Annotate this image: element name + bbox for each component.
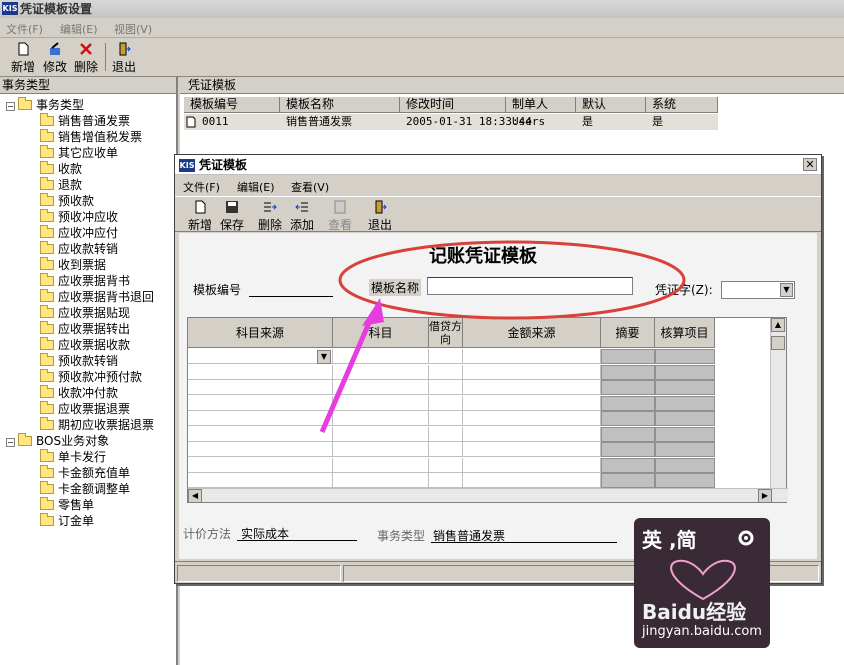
- highlight-ellipse: [338, 240, 686, 320]
- pointer-arrow: [319, 315, 375, 433]
- watermark-line1: 英 ,简: [642, 528, 697, 552]
- watermark-url: jingyan.baidu.com: [642, 624, 762, 639]
- baidu-watermark: 英 ,简 Baidu经验 jingyan.baidu.com: [634, 518, 770, 648]
- gear-icon: [738, 530, 754, 546]
- watermark-brand: Baidu经验: [642, 600, 747, 624]
